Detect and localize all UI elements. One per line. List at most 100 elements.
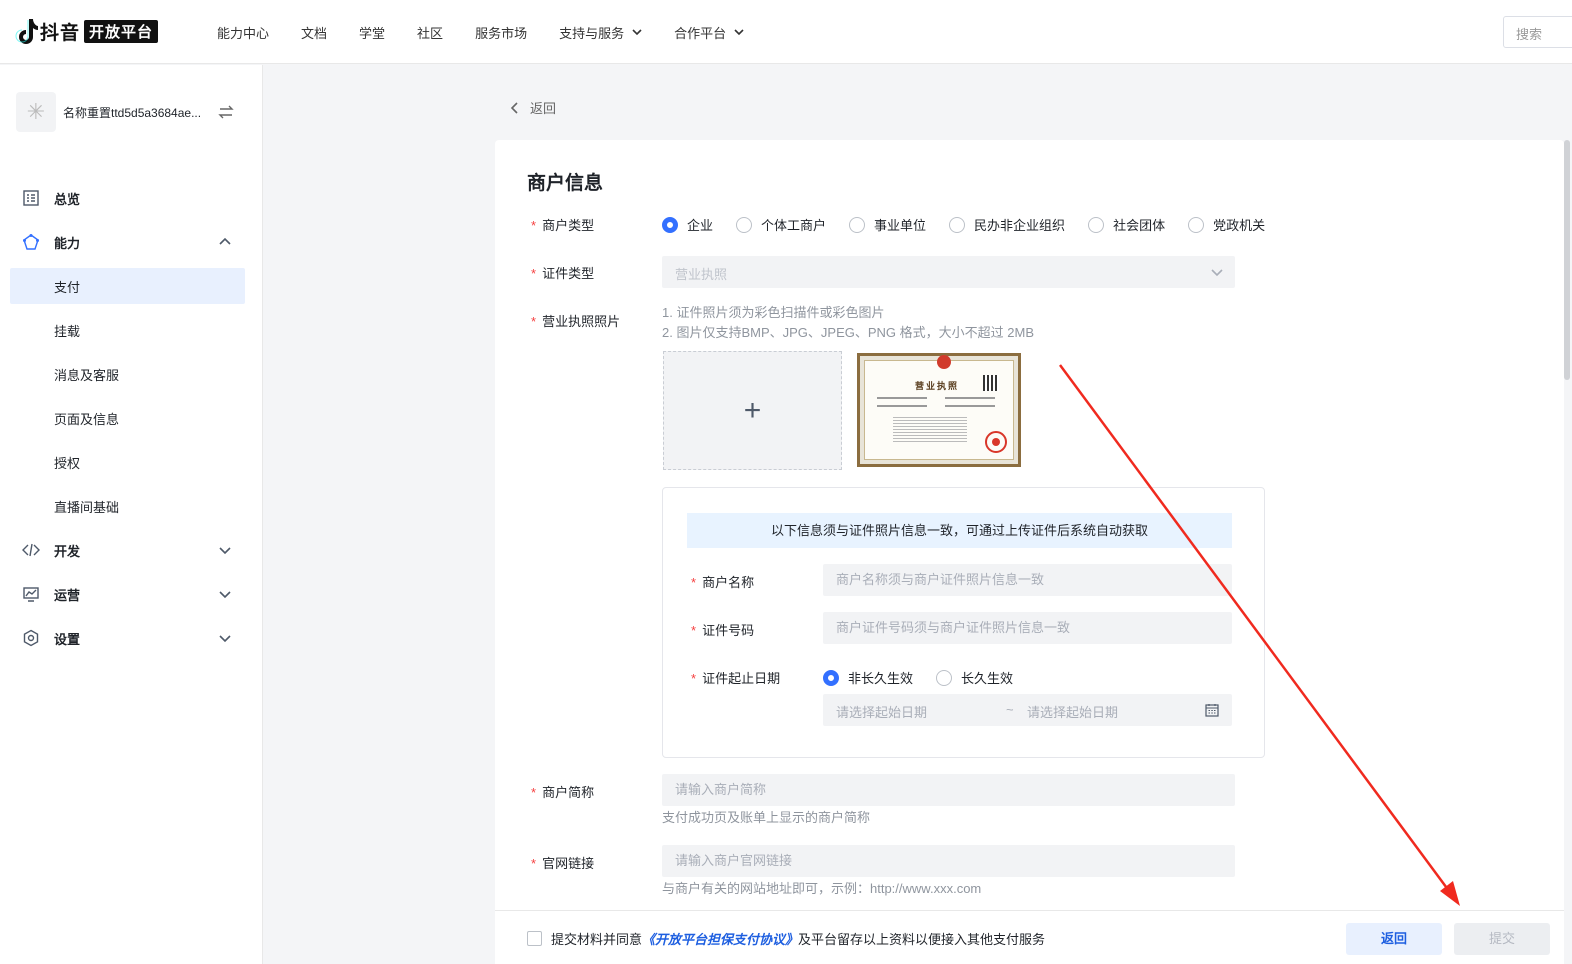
radio-dot	[662, 216, 678, 233]
merchant-name-input[interactable]: 商户名称须与商户证件照片信息一致	[823, 564, 1232, 596]
sidebar-item-label: 设置	[54, 631, 81, 647]
license-photo-label: * 营业执照照片	[531, 311, 620, 330]
nav-label: 文档	[301, 25, 328, 41]
agree-prefix: 提交材料并同意	[551, 932, 643, 947]
nav-community[interactable]: 社区	[417, 23, 443, 42]
license-thumb-title: 营业执照	[915, 381, 960, 391]
website-label: * 官网链接	[531, 853, 594, 872]
douyin-open-platform-logo[interactable]: 抖音 开放平台	[14, 17, 159, 45]
radio-dot	[936, 669, 953, 686]
app-switcher[interactable]: ✳ 名称重置ttd5d5a3684ae...	[16, 92, 246, 132]
radio-dot	[849, 216, 866, 233]
license-image: 营业执照	[864, 355, 1014, 460]
required-mark: *	[691, 671, 697, 686]
date-end-input[interactable]: 请选择起始日期	[1027, 702, 1118, 721]
radio-private-non-enterprise[interactable]: 民办非企业组织	[949, 215, 1065, 234]
sidebar-subitem-auth[interactable]: 授权	[10, 444, 245, 480]
sidebar-item-label: 开发	[54, 543, 81, 559]
cert-type-select[interactable]: 营业执照	[662, 256, 1235, 288]
nav-label: 能力中心	[217, 25, 270, 41]
sidebar-item-develop[interactable]: 开发	[10, 532, 245, 568]
required-mark: *	[531, 266, 537, 281]
license-thumbnail[interactable]: 营业执照	[857, 353, 1021, 467]
required-mark: *	[691, 623, 697, 638]
radio-label: 企业	[687, 218, 714, 233]
radio-dot	[949, 216, 966, 233]
chevron-down-icon	[1211, 269, 1223, 277]
merchant-name-label: * 商户名称	[691, 572, 754, 591]
sidebar-subitem-message[interactable]: 消息及客服	[10, 356, 245, 392]
radio-social-group[interactable]: 社会团体	[1088, 215, 1165, 234]
license-text-line	[877, 405, 927, 407]
required-mark: *	[531, 856, 537, 871]
radio-enterprise[interactable]: 企业	[662, 215, 713, 234]
cert-info-panel: 以下信息须与证件照片信息一致，可通过上传证件后系统自动获取 * 商户名称 商户名称…	[662, 487, 1265, 758]
agreement-link[interactable]: 《开放平台担保支付协议》	[642, 929, 798, 948]
radio-permanent[interactable]: 长久生效	[936, 668, 1013, 687]
chevron-down-icon	[219, 591, 231, 599]
operation-icon	[23, 587, 39, 602]
nav-label: 学堂	[359, 25, 386, 41]
radio-label: 民办非企业组织	[974, 218, 1066, 233]
cert-number-input[interactable]: 商户证件号码须与商户证件照片信息一致	[823, 612, 1232, 644]
scrollbar[interactable]	[1564, 140, 1570, 380]
overview-icon	[23, 190, 39, 206]
chevron-down-icon	[632, 29, 642, 36]
radio-government[interactable]: 党政机关	[1188, 215, 1265, 234]
chevron-down-icon	[219, 547, 231, 555]
settings-icon	[23, 629, 39, 647]
plus-icon: +	[743, 393, 762, 427]
sidebar-item-settings[interactable]: 设置	[10, 620, 245, 656]
sidebar-item-overview[interactable]: 总览	[10, 180, 245, 216]
radio-public-institution[interactable]: 事业单位	[849, 215, 926, 234]
radio-non-permanent[interactable]: 非长久生效	[823, 668, 913, 687]
submit-button[interactable]: 提交	[1454, 923, 1550, 955]
radio-dot	[1188, 216, 1205, 233]
short-name-input[interactable]: 请输入商户简称	[662, 774, 1235, 806]
nav-label: 服务市场	[475, 25, 528, 41]
sidebar-item-operation[interactable]: 运营	[10, 576, 245, 612]
sidebar-subitem-payment[interactable]: 支付	[10, 268, 245, 304]
merchant-type-radio-group: 企业 个体工商户 事业单位 民办非企业组织 社会团体 党政机关	[662, 215, 1288, 234]
sidebar-subitem-live[interactable]: 直播间基础	[10, 488, 245, 524]
main-nav: 能力中心 文档 学堂 社区 服务市场 支持与服务 合作平台	[217, 0, 776, 64]
license-text-line	[945, 405, 995, 407]
code-icon	[22, 543, 40, 557]
required-mark: *	[531, 785, 537, 800]
radio-label: 党政机关	[1213, 218, 1266, 233]
label-text: 证件类型	[542, 266, 595, 281]
nav-academy[interactable]: 学堂	[359, 23, 385, 42]
radio-dot	[736, 216, 753, 233]
search-input[interactable]: 搜索	[1503, 16, 1572, 48]
date-start-input[interactable]: 请选择起始日期	[836, 702, 927, 721]
nav-ability-center[interactable]: 能力中心	[217, 23, 269, 42]
website-input[interactable]: 请输入商户官网链接	[662, 845, 1235, 877]
upload-button[interactable]: +	[663, 351, 842, 470]
radio-label: 个体工商户	[761, 218, 827, 233]
back-link[interactable]: 返回	[510, 98, 556, 117]
sidebar-menu: 总览 能力 支付 挂载 消息及客服 页面及信息 授权 直播间基础 开发 运营 设…	[10, 180, 245, 664]
date-range-picker[interactable]: 请选择起始日期 ~ 请选择起始日期	[823, 694, 1232, 726]
label-text: 官网链接	[542, 856, 595, 871]
sidebar-subitem-mount[interactable]: 挂载	[10, 312, 245, 348]
select-value: 营业执照	[675, 267, 728, 282]
merchant-type-label: * 商户类型	[531, 215, 594, 234]
radio-individual[interactable]: 个体工商户	[736, 215, 826, 234]
sidebar-subitem-page-info[interactable]: 页面及信息	[10, 400, 245, 436]
nav-support[interactable]: 支持与服务	[559, 23, 642, 42]
sidebar-item-ability[interactable]: 能力	[10, 224, 245, 260]
agreement-row: 提交材料并同意 《开放平台担保支付协议》 及平台留存以上资料以便接入其他支付服务	[527, 929, 1045, 948]
chevron-down-icon	[219, 635, 231, 643]
nav-service-market[interactable]: 服务市场	[475, 23, 527, 42]
back-button[interactable]: 返回	[1346, 923, 1442, 955]
label-text: 商户名称	[702, 575, 755, 590]
radio-label: 事业单位	[874, 218, 927, 233]
merchant-info-card: 商户信息 * 商户类型 企业 个体工商户 事业单位 民办非企业组织 社会团体 党政…	[495, 140, 1564, 964]
nav-docs[interactable]: 文档	[301, 23, 327, 42]
swap-icon[interactable]	[217, 103, 235, 121]
agree-checkbox[interactable]	[527, 931, 542, 946]
page-title: 商户信息	[527, 173, 604, 194]
nav-partner[interactable]: 合作平台	[674, 23, 744, 42]
seal-icon	[985, 431, 1007, 453]
chevron-left-icon	[510, 101, 518, 114]
